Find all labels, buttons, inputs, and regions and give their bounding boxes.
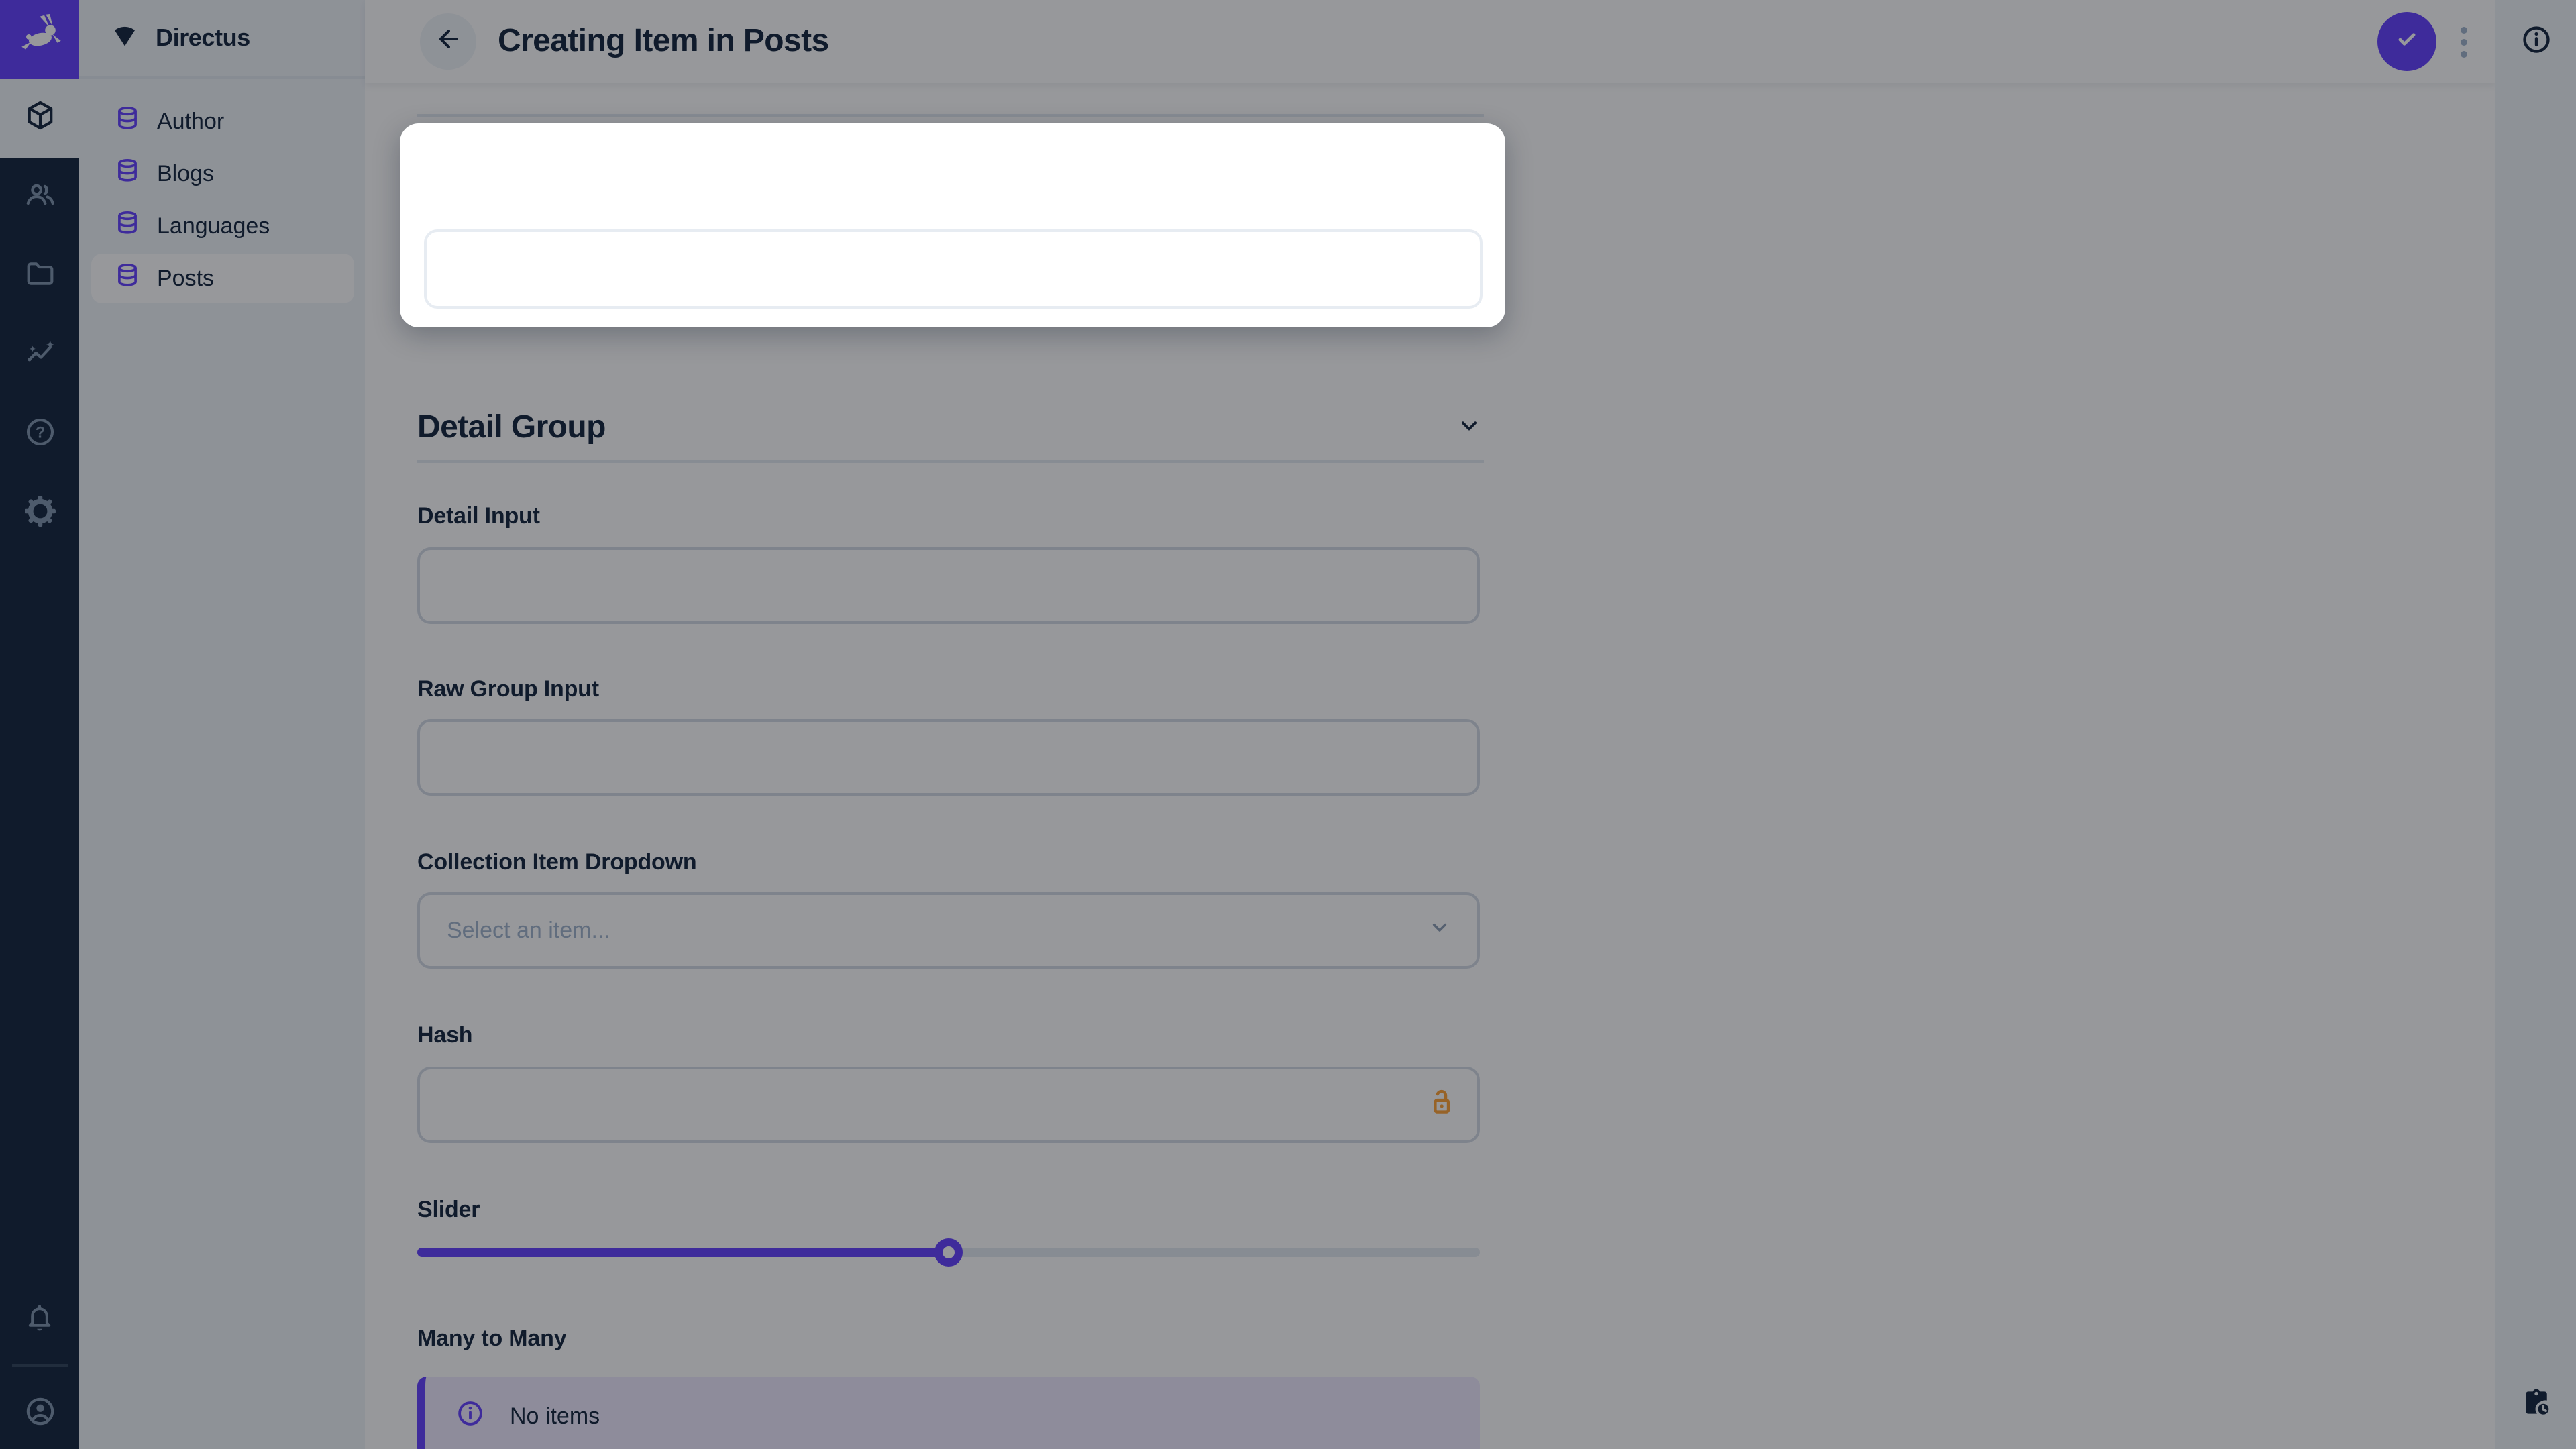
accordion-text-input[interactable] bbox=[427, 232, 1480, 306]
accordion-raised-card: Accordion Input bbox=[400, 123, 1505, 327]
directus-app: ? bbox=[0, 0, 2576, 1449]
accordion-input-field[interactable] bbox=[424, 229, 1483, 309]
